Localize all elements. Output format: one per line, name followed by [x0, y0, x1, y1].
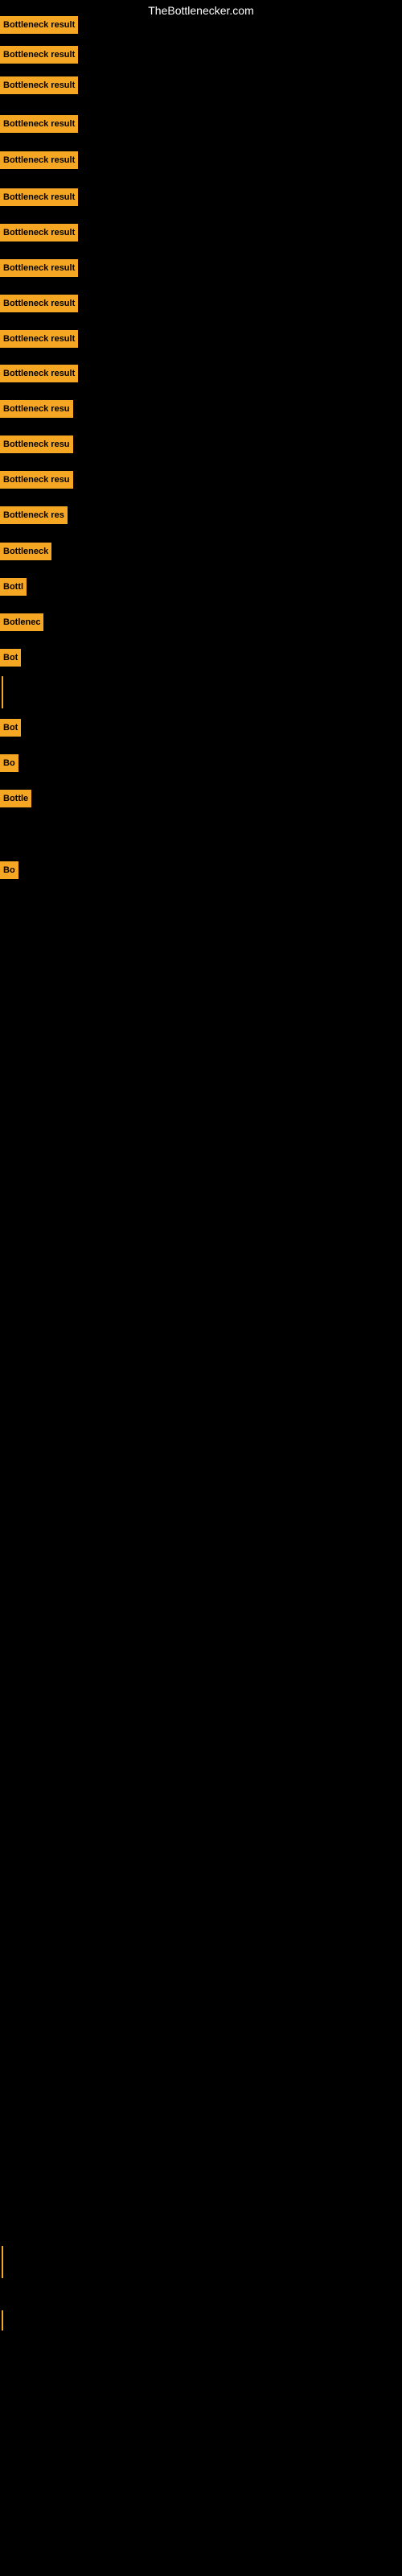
bottleneck-badge: Bottleneck result [0, 115, 78, 133]
bottleneck-badge: Bottleneck resu [0, 400, 73, 418]
bottleneck-badge: Bottleneck result [0, 295, 78, 312]
bottleneck-badge: Bottleneck resu [0, 471, 73, 489]
bottleneck-badge: Bo [0, 754, 18, 772]
bottleneck-badge: Botlenec [0, 613, 43, 631]
bottleneck-badge: Bottleneck result [0, 365, 78, 382]
bottleneck-badge: Bottleneck [0, 543, 51, 560]
bottleneck-badge: Bottleneck res [0, 506, 68, 524]
bottleneck-badge: Bottleneck result [0, 188, 78, 206]
bottleneck-badge: Bottleneck result [0, 46, 78, 64]
bottleneck-badge: Bottl [0, 578, 27, 596]
bottleneck-badge: Bottleneck resu [0, 436, 73, 453]
bottleneck-badge: Bottleneck result [0, 16, 78, 34]
bottleneck-badge: Bottleneck result [0, 330, 78, 348]
bottleneck-badge: Bottleneck result [0, 259, 78, 277]
bottleneck-badge: Bottleneck result [0, 224, 78, 242]
vertical-line [2, 676, 3, 708]
bottleneck-badge: Bot [0, 649, 21, 667]
bottleneck-badge: Bo [0, 861, 18, 879]
site-title: TheBottlenecker.com [148, 4, 254, 17]
bottleneck-badge: Bot [0, 719, 21, 737]
bottleneck-badge: Bottleneck result [0, 151, 78, 169]
vertical-line [2, 2246, 3, 2278]
bottleneck-badge: Bottle [0, 790, 31, 807]
bottleneck-badge: Bottleneck result [0, 76, 78, 94]
vertical-line [2, 2310, 3, 2330]
